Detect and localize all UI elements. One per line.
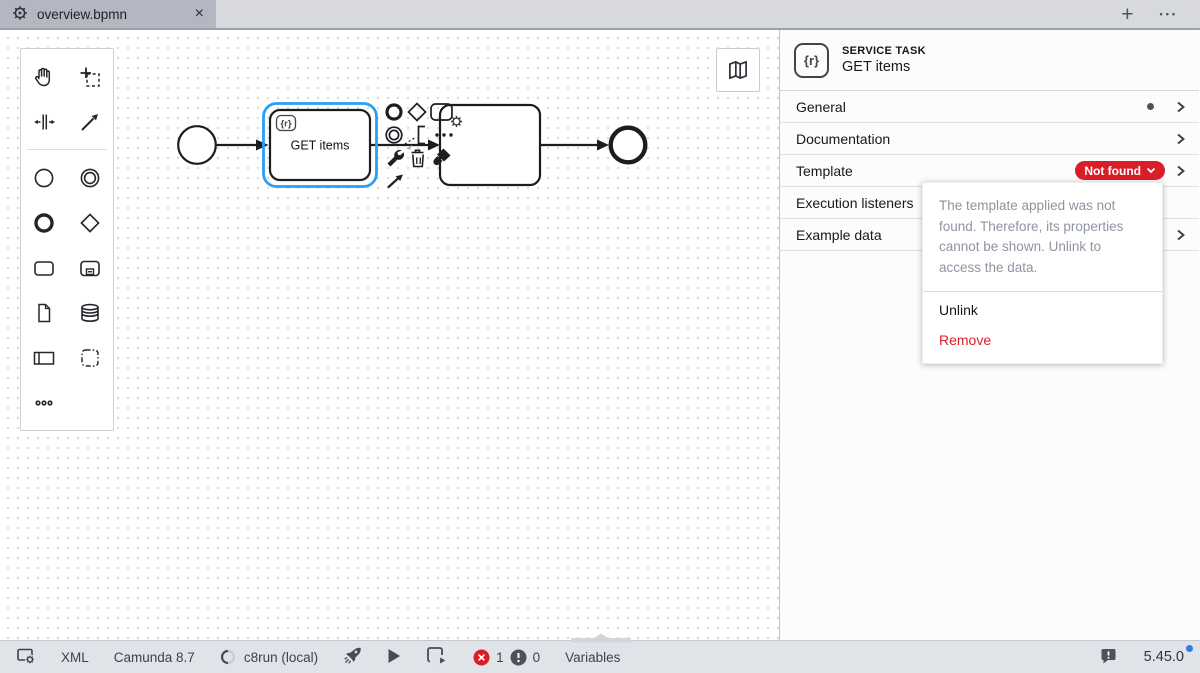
- version-number: 5.45.0: [1144, 649, 1184, 665]
- template-popup-message: The template applied was not found. Ther…: [923, 183, 1162, 291]
- spinner-icon: [220, 649, 236, 665]
- create-gateway[interactable]: [67, 200, 113, 245]
- error-count-value: 1: [496, 650, 504, 665]
- create-start-event[interactable]: [21, 155, 67, 200]
- text-annotation-icon[interactable]: [405, 127, 425, 150]
- global-connect-tool[interactable]: [67, 99, 113, 144]
- group-execution-listeners-label: Execution listeners: [796, 195, 914, 211]
- tab-title: overview.bpmn: [37, 7, 127, 22]
- create-intermediate-event[interactable]: [67, 155, 113, 200]
- connection-label: c8run (local): [244, 650, 318, 665]
- end-event-shape[interactable]: [611, 128, 646, 163]
- remove-button[interactable]: Remove: [923, 324, 1162, 363]
- info-count[interactable]: 0: [510, 649, 541, 666]
- chevron-right-icon: [1175, 229, 1186, 241]
- variables-toggle[interactable]: Variables: [565, 650, 620, 665]
- create-end-event[interactable]: [21, 200, 67, 245]
- tab-overview-bpmn[interactable]: overview.bpmn ×: [0, 0, 216, 28]
- connect-icon[interactable]: [388, 175, 403, 188]
- chevron-right-icon: [1175, 165, 1186, 177]
- hand-tool[interactable]: [21, 54, 67, 99]
- tab-overflow-button[interactable]: •••: [1160, 9, 1178, 19]
- map-icon: [725, 57, 751, 83]
- info-count-value: 0: [533, 650, 541, 665]
- tab-close-icon[interactable]: ×: [195, 6, 204, 22]
- create-data-object[interactable]: [21, 290, 67, 335]
- error-count[interactable]: 1: [473, 649, 504, 666]
- group-documentation-label: Documentation: [796, 131, 890, 147]
- info-icon: [510, 649, 527, 666]
- template-popup: The template applied was not found. Ther…: [922, 182, 1163, 364]
- chevron-right-icon: [1175, 133, 1186, 145]
- template-marker-text: {r}: [280, 119, 291, 130]
- group-documentation[interactable]: Documentation: [780, 123, 1199, 155]
- feedback-icon[interactable]: [1100, 647, 1117, 667]
- space-tool[interactable]: [21, 99, 67, 144]
- connection-status[interactable]: c8run (local): [220, 649, 318, 665]
- element-name: GET items: [842, 59, 926, 75]
- create-data-store[interactable]: [67, 290, 113, 335]
- wrench-icon[interactable]: [388, 150, 405, 167]
- task-label: GET items: [291, 139, 350, 153]
- bpmn-diagram: {r} GET items: [0, 30, 779, 640]
- create-participant[interactable]: [21, 335, 67, 380]
- properties-panel: {r} SERVICE TASK GET items General Docum…: [779, 30, 1199, 640]
- badge-label: Not found: [1084, 164, 1141, 178]
- chevron-down-icon: [1146, 167, 1156, 174]
- service-task-shape[interactable]: {r} GET items: [270, 110, 370, 180]
- lasso-tool[interactable]: [67, 54, 113, 99]
- error-icon: [473, 649, 490, 666]
- create-task[interactable]: [21, 245, 67, 290]
- panel-resize-handle[interactable]: [570, 630, 632, 648]
- workspace: {r} GET items: [0, 30, 1200, 640]
- trash-icon[interactable]: [412, 150, 424, 166]
- append-gateway-icon[interactable]: [409, 104, 426, 121]
- append-end-event-icon[interactable]: [387, 105, 401, 119]
- overlay-icon[interactable]: [426, 646, 448, 668]
- tab-bar-actions: + •••: [1121, 0, 1200, 28]
- palette: [20, 48, 114, 431]
- group-example-data-label: Example data: [796, 227, 882, 243]
- minimap-toggle-button[interactable]: [716, 48, 760, 92]
- create-subprocess[interactable]: [67, 245, 113, 290]
- task-shape[interactable]: [440, 105, 540, 185]
- modified-dot: [1147, 103, 1154, 110]
- group-general[interactable]: General: [780, 91, 1199, 123]
- append-intermediate-event-icon[interactable]: [386, 127, 402, 143]
- bpmn-file-gear-icon: [12, 5, 28, 24]
- group-template-label: Template: [796, 163, 853, 179]
- properties-header: {r} SERVICE TASK GET items: [780, 30, 1199, 91]
- tab-bar: overview.bpmn × + •••: [0, 0, 1200, 30]
- engine-version[interactable]: Camunda 8.7: [114, 650, 195, 665]
- deploy-rocket-icon[interactable]: [343, 646, 362, 668]
- template-not-found-badge[interactable]: Not found: [1075, 161, 1165, 180]
- template-icon: {r}: [794, 43, 829, 78]
- element-type-label: SERVICE TASK: [842, 45, 926, 57]
- app-version[interactable]: 5.45.0: [1144, 649, 1184, 665]
- settings-panel-icon[interactable]: [16, 647, 36, 668]
- group-general-label: General: [796, 99, 846, 115]
- more-options-icon[interactable]: [435, 133, 452, 136]
- palette-separator: [27, 149, 107, 150]
- start-event-shape[interactable]: [178, 126, 216, 164]
- unlink-button[interactable]: Unlink: [923, 292, 1162, 324]
- play-icon[interactable]: [387, 648, 401, 667]
- bpmn-canvas[interactable]: {r} GET items: [0, 30, 779, 640]
- palette-more-options[interactable]: [21, 380, 67, 425]
- chevron-right-icon: [1175, 101, 1186, 113]
- create-group[interactable]: [67, 335, 113, 380]
- update-indicator-dot: [1186, 645, 1193, 652]
- new-tab-button[interactable]: +: [1121, 4, 1133, 25]
- xml-toggle[interactable]: XML: [61, 650, 89, 665]
